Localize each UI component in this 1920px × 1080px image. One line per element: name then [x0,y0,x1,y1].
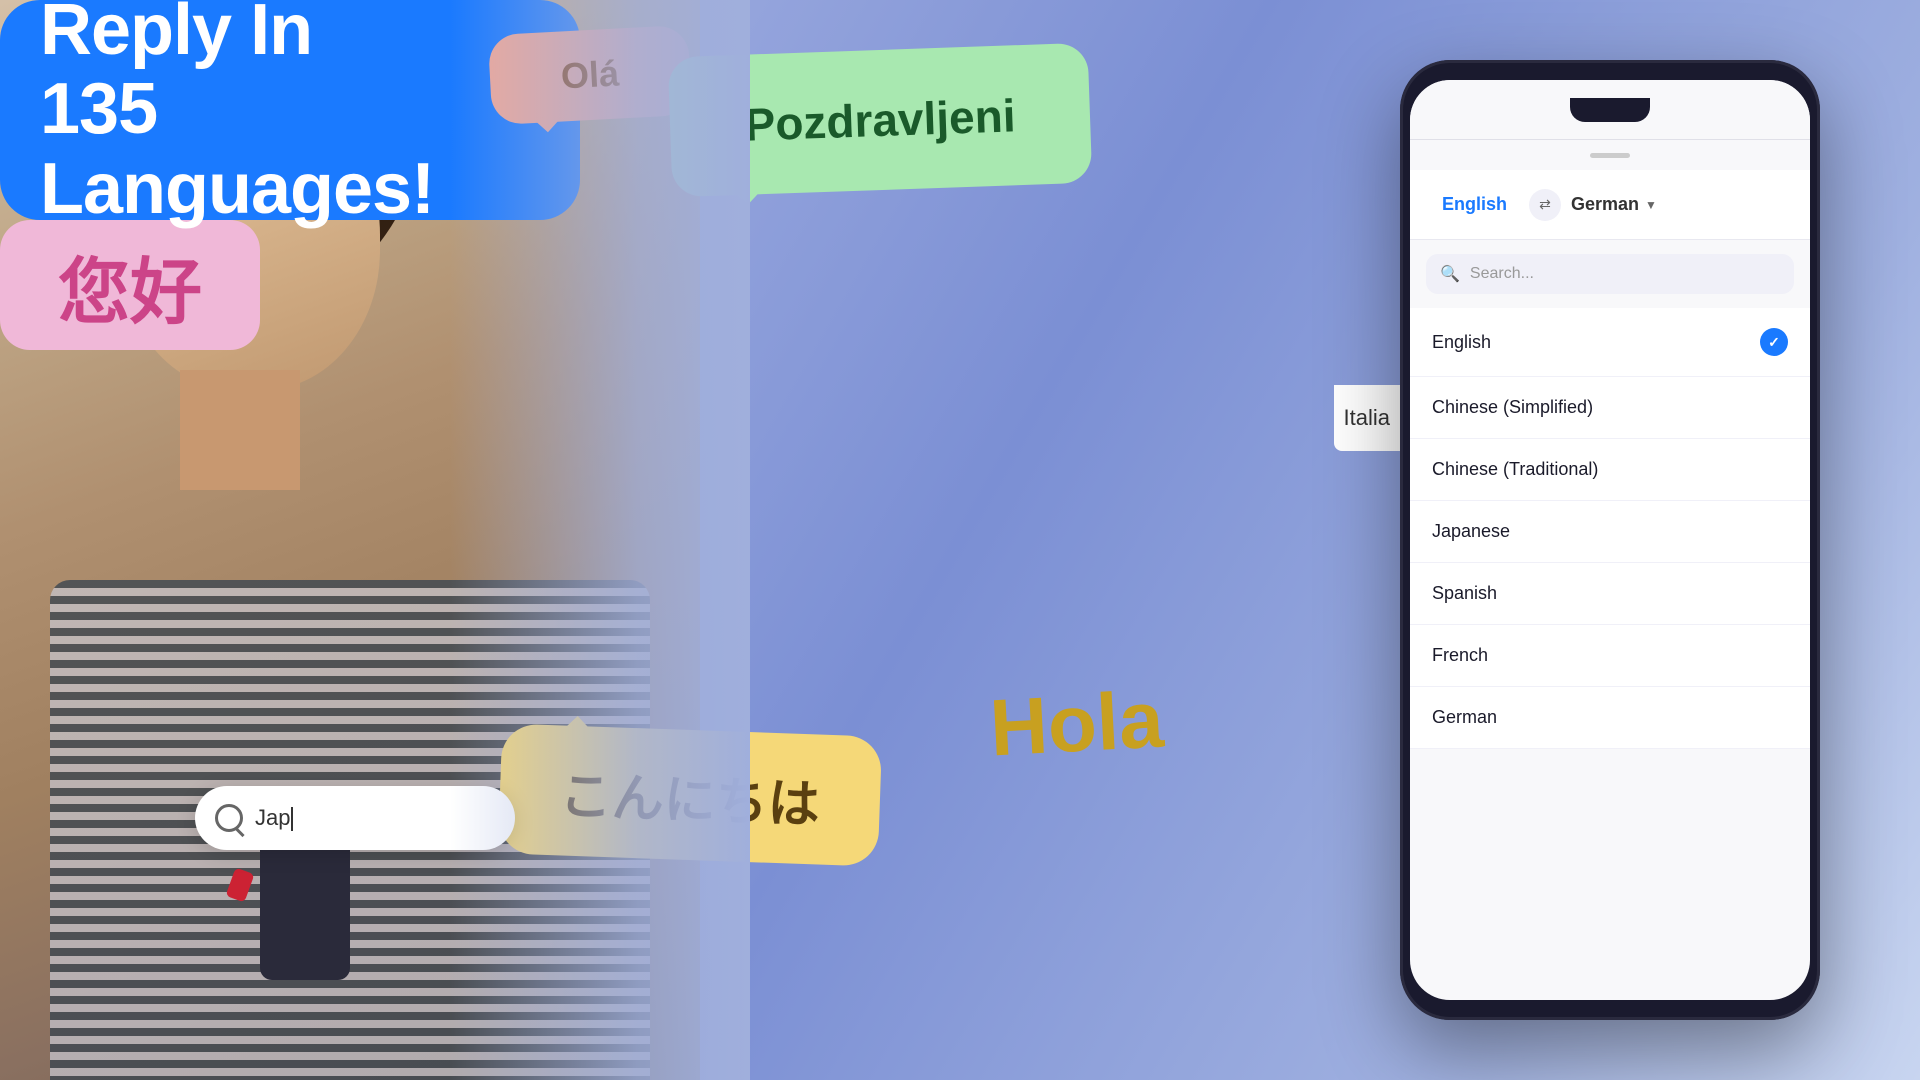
phone-search-placeholder: Search... [1470,265,1534,283]
phone-search-icon: 🔍 [1440,264,1460,284]
list-item[interactable]: German [1410,687,1810,749]
headline-line1: Reply In [40,0,312,70]
language-search-bar[interactable]: 🔍 Search... [1426,254,1794,294]
search-icon [215,804,243,832]
search-value: Jap [255,805,290,830]
bubble-nihao-text: 您好 [58,233,202,338]
list-item[interactable]: Chinese (Traditional) [1410,439,1810,501]
list-item[interactable]: English ✓ [1410,308,1810,377]
bubble-ola-text: Olá [560,53,620,98]
text-cursor [291,807,293,831]
target-language-dropdown[interactable]: German ▼ [1571,194,1657,215]
bubble-japanese: こんにちは [498,723,882,866]
language-name: English [1432,332,1491,353]
headline-line2: 135 Languages! [40,70,540,228]
selected-checkmark: ✓ [1760,328,1788,356]
drag-handle [1590,153,1630,158]
hola-text: Hola [988,674,1166,775]
search-input-text: Jap [255,805,293,831]
language-name: Japanese [1432,521,1510,542]
list-item[interactable]: Spanish [1410,563,1810,625]
headline-bubble: Reply In 135 Languages! [0,0,580,220]
language-list: English ✓ Chinese (Simplified) Chinese (… [1410,308,1810,749]
list-item[interactable]: Chinese (Simplified) [1410,377,1810,439]
chevron-down-icon: ▼ [1645,198,1657,212]
italian-partial-text: Italia [1334,385,1400,451]
source-language-button[interactable]: English [1430,186,1519,223]
phone-screen: English ⇄ German ▼ 🔍 Search... English ✓ [1410,80,1810,1000]
phone-topbar [1410,80,1810,140]
content-layer: Olá Pozdravljeni Reply In 135 Languages!… [0,0,1920,1080]
language-name: German [1432,707,1497,728]
phone-device: English ⇄ German ▼ 🔍 Search... English ✓ [1400,60,1820,1020]
target-lang-label: German [1571,194,1639,215]
swap-icon: ⇄ [1539,196,1551,213]
bubble-nihao: 您好 [0,220,260,350]
phone-notch [1570,98,1650,122]
translation-header: English ⇄ German ▼ [1410,170,1810,240]
search-bar[interactable]: Jap [195,786,515,850]
swap-languages-button[interactable]: ⇄ [1529,189,1561,221]
language-name: Chinese (Traditional) [1432,459,1598,480]
bubble-pozdravljeni: Pozdravljeni [668,43,1093,198]
list-item[interactable]: Japanese [1410,501,1810,563]
language-name: French [1432,645,1488,666]
bubble-pozdravljeni-text: Pozdravljeni [744,88,1017,151]
list-item[interactable]: French [1410,625,1810,687]
language-name: Chinese (Simplified) [1432,397,1593,418]
bubble-japanese-text: こんにちは [559,753,821,837]
bubble-ola: Olá [488,25,692,125]
language-name: Spanish [1432,583,1497,604]
